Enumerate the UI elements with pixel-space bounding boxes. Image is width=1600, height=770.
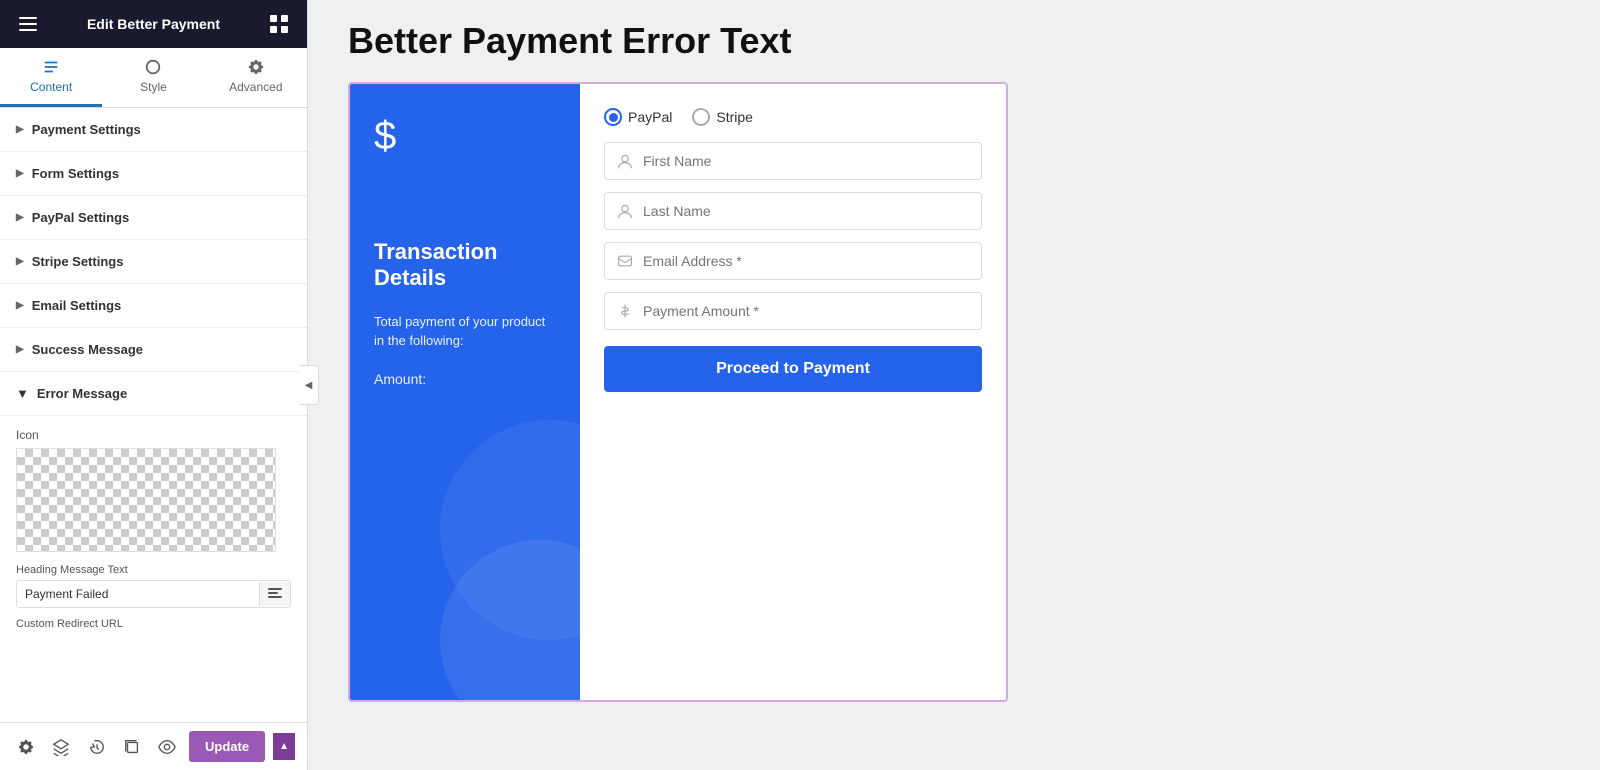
hamburger-icon[interactable] [16, 12, 40, 36]
stripe-radio[interactable] [692, 108, 710, 126]
sidebar-item-email-settings[interactable]: ▶ Email Settings [0, 284, 307, 328]
error-message-section: ▼ Error Message Icon Heading Message Tex… [0, 372, 307, 642]
tab-content[interactable]: Content [0, 48, 102, 107]
payment-options: PayPal Stripe [604, 108, 982, 126]
dollar-icon [617, 303, 633, 319]
paypal-option[interactable]: PayPal [604, 108, 672, 126]
duplicate-icon[interactable] [118, 733, 145, 761]
heading-message-input-row [16, 580, 291, 608]
sidebar-item-form-settings[interactable]: ▶ Form Settings [0, 152, 307, 196]
arrow-icon: ▶ [16, 212, 24, 223]
top-bar: Edit Better Payment [0, 0, 307, 48]
paypal-radio[interactable] [604, 108, 622, 126]
text-align-button[interactable] [259, 582, 290, 606]
widget-left-panel: $ Transaction Details Total payment of y… [350, 84, 580, 700]
email-input[interactable] [643, 253, 969, 269]
payment-widget: $ Transaction Details Total payment of y… [348, 82, 1008, 702]
redirect-url-label: Custom Redirect URL [16, 618, 291, 630]
sidebar-item-success-message[interactable]: ▶ Success Message [0, 328, 307, 372]
panel-collapse-toggle[interactable]: ◀ [299, 365, 319, 405]
sidebar-item-stripe-settings[interactable]: ▶ Stripe Settings [0, 240, 307, 284]
grid-icon[interactable] [267, 12, 291, 36]
tab-advanced[interactable]: Advanced [205, 48, 307, 107]
last-name-input[interactable] [643, 203, 969, 219]
arrow-icon: ▶ [16, 256, 24, 267]
icon-label: Icon [16, 428, 291, 442]
sidebar-item-payment-settings[interactable]: ▶ Payment Settings [0, 108, 307, 152]
error-message-body: Icon Heading Message Text Custom Redirec… [0, 416, 307, 642]
email-icon [617, 253, 633, 269]
arrow-down-icon: ▼ [16, 386, 29, 401]
update-dropdown-button[interactable]: ▲ [273, 733, 295, 760]
amount-label: Amount: [374, 371, 556, 387]
tab-style[interactable]: Style [102, 48, 204, 107]
arrow-icon: ▶ [16, 124, 24, 135]
main-content: Better Payment Error Text $ Transaction … [308, 0, 1600, 770]
sidebar-item-paypal-settings[interactable]: ▶ PayPal Settings [0, 196, 307, 240]
heading-message-label: Heading Message Text [16, 564, 291, 576]
icon-preview[interactable] [16, 448, 276, 552]
error-message-header[interactable]: ▼ Error Message [0, 372, 307, 416]
page-title: Better Payment Error Text [348, 20, 1560, 62]
history-icon[interactable] [83, 733, 110, 761]
proceed-to-payment-button[interactable]: Proceed to Payment [604, 346, 982, 392]
transaction-title: Transaction Details [374, 239, 556, 292]
last-name-field [604, 192, 982, 230]
sidebar-content: ▶ Payment Settings ▶ Form Settings ▶ Pay… [0, 108, 307, 722]
arrow-icon: ▶ [16, 168, 24, 179]
eye-icon[interactable] [154, 733, 181, 761]
arrow-icon: ▶ [16, 344, 24, 355]
widget-right-panel: PayPal Stripe [580, 84, 1006, 700]
settings-icon[interactable] [12, 733, 39, 761]
heading-message-input[interactable] [17, 581, 259, 607]
email-address-field [604, 242, 982, 280]
layers-icon[interactable] [47, 733, 74, 761]
first-name-input[interactable] [643, 153, 969, 169]
stripe-option[interactable]: Stripe [692, 108, 753, 126]
dollar-sign-icon: $ [374, 114, 556, 159]
payment-amount-input[interactable] [643, 303, 969, 319]
update-button[interactable]: Update [189, 731, 265, 762]
user-icon [617, 153, 633, 169]
first-name-field [604, 142, 982, 180]
tabs-bar: Content Style Advanced [0, 48, 307, 108]
arrow-icon: ▶ [16, 300, 24, 311]
bottom-bar: Update ▲ [0, 722, 307, 770]
top-bar-title: Edit Better Payment [87, 16, 220, 32]
payment-amount-field [604, 292, 982, 330]
left-panel: Edit Better Payment Content Style Advanc… [0, 0, 308, 770]
transaction-description: Total payment of your product in the fol… [374, 312, 556, 351]
user-icon [617, 203, 633, 219]
